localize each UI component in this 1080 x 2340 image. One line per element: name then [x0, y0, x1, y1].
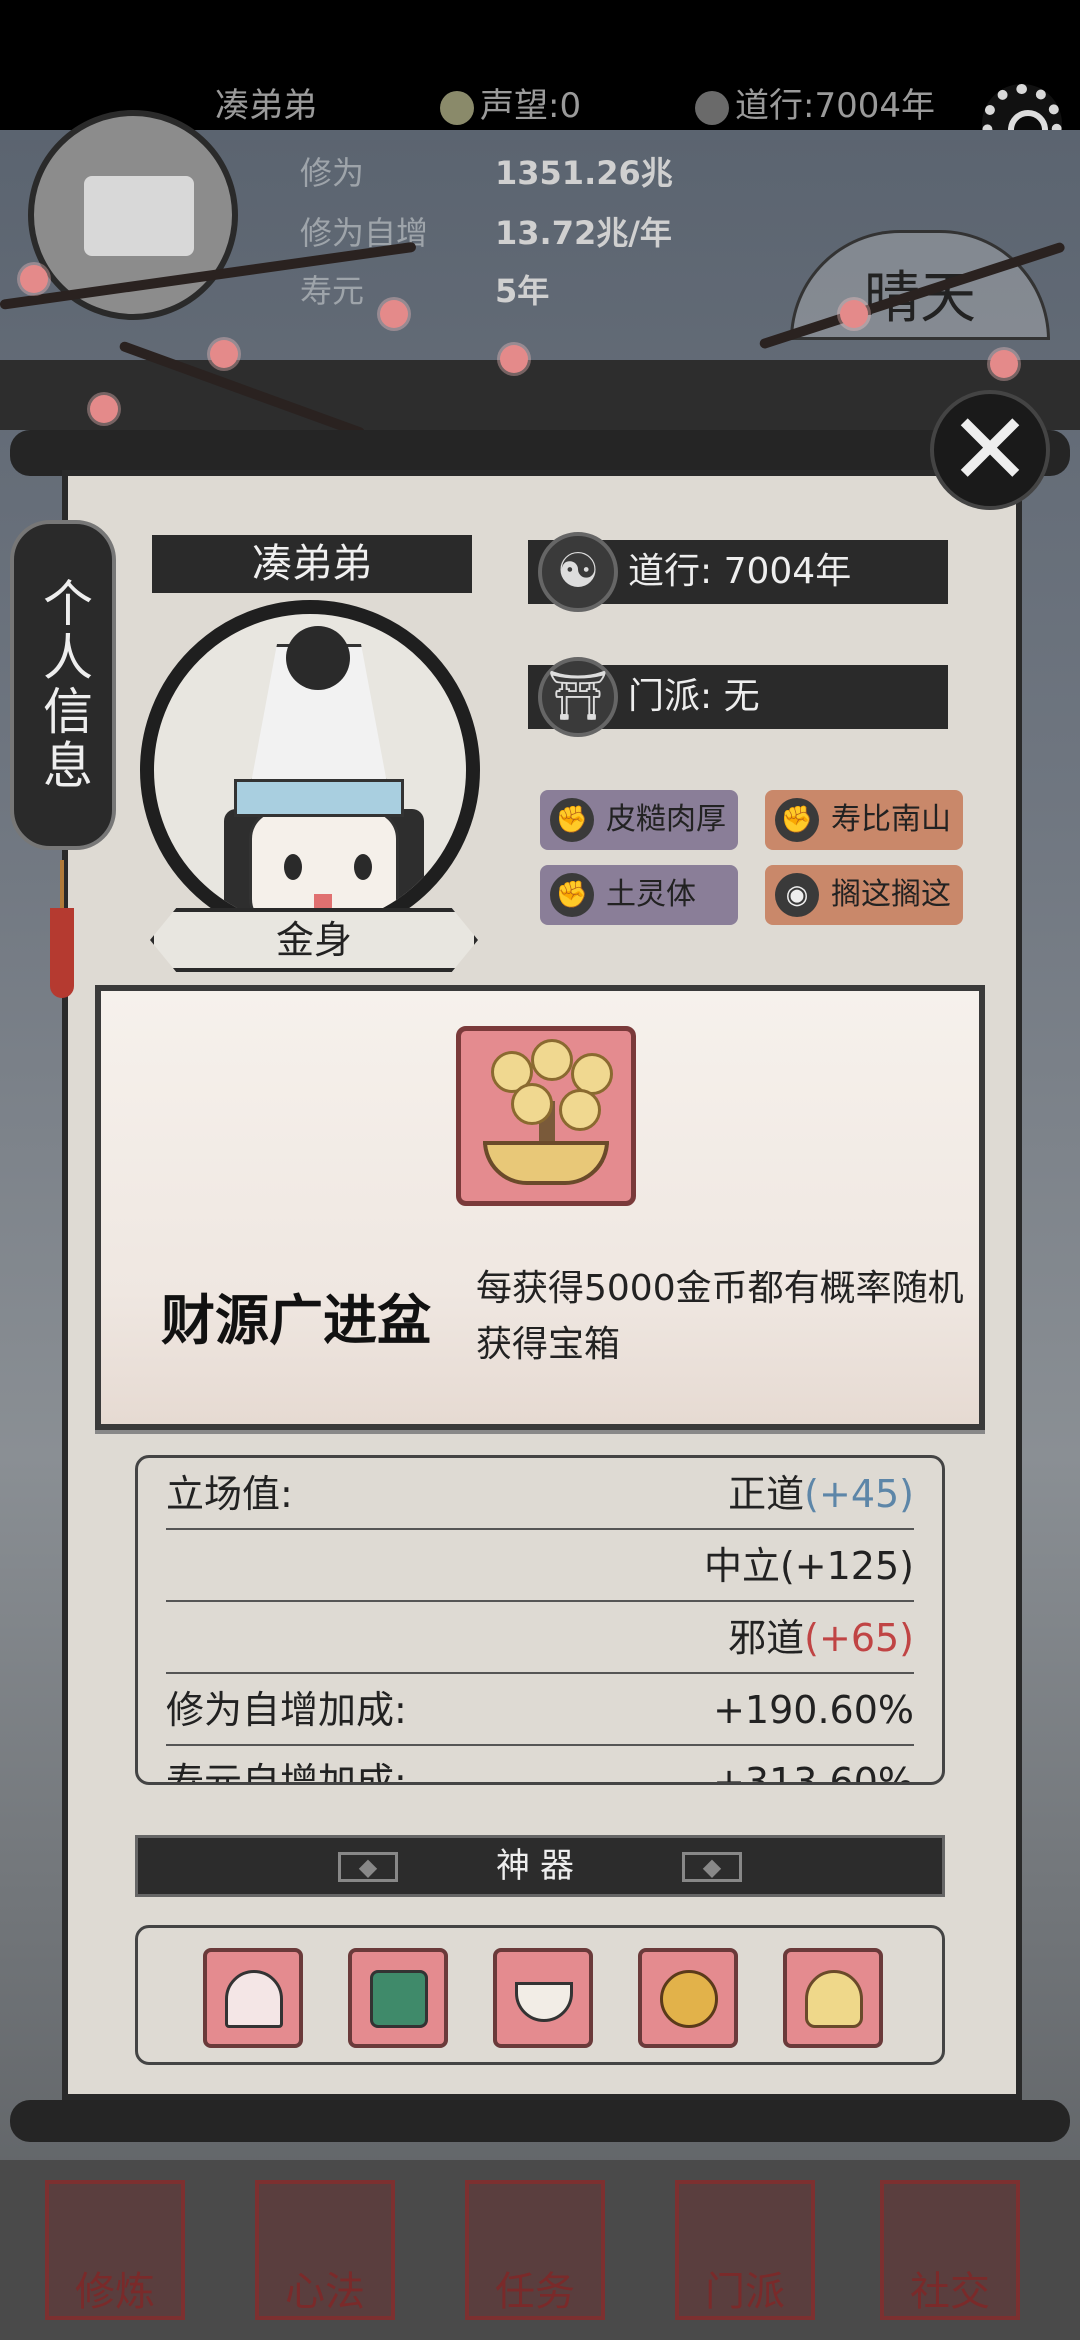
blossom [380, 300, 408, 328]
nav-quest[interactable]: 任务 [465, 2180, 605, 2320]
close-button[interactable]: ✕ [930, 390, 1050, 510]
artifacts-row [135, 1925, 945, 2065]
scroll-shape [370, 1970, 428, 2028]
stat-row: 邪道(+65) [166, 1602, 914, 1674]
nav-social[interactable]: 社交 [880, 2180, 1020, 2320]
lifespan-bonus-label: 寿元自增加成: [166, 1760, 407, 1785]
avatar-headband [234, 779, 404, 817]
money-tree-shape [805, 1970, 863, 2028]
money-bag-icon: ◉ [775, 873, 819, 917]
blossom [20, 265, 48, 293]
sect-info-text: 门派: 无 [628, 676, 760, 717]
reputation-icon [440, 90, 474, 125]
coin [531, 1039, 573, 1081]
close-icon: ✕ [948, 391, 1032, 508]
artifact-description: 每获得5000金币都有概率随机获得宝箱 [476, 1268, 964, 1365]
stat-row: 立场值: 正道(+45) [166, 1458, 914, 1530]
nav-cultivate[interactable]: 修炼 [45, 2180, 185, 2320]
stat-row: 修为自增加成: +190.60% [166, 1674, 914, 1746]
trait-badge[interactable]: ✊ 寿比南山 [765, 790, 963, 850]
diamond-decoration-icon: ◆ [682, 1852, 742, 1882]
righteous-text: 正道 [728, 1472, 805, 1516]
blossom [90, 395, 118, 423]
daoxing-text: 道行:7004年 [735, 86, 935, 126]
neutral-value: 中立(+125) [703, 1544, 914, 1588]
coin [511, 1083, 553, 1125]
scroll-fan-icon[interactable] [348, 1948, 448, 2048]
fist-icon: ✊ [775, 798, 819, 842]
temple-icon: ⛩ [538, 657, 618, 737]
blossom [840, 300, 868, 328]
stat-row: 中立(+125) [166, 1530, 914, 1602]
tab-personal-info[interactable]: 个人信息 [10, 520, 116, 850]
trait-label: 土灵体 [606, 877, 696, 912]
blossom [500, 345, 528, 373]
fan-shape [225, 1970, 283, 2028]
avatar-eye [284, 854, 302, 880]
stats-list[interactable]: 立场值: 正道(+45) 中立(+125) 邪道(+65) 修为自增加成: +1… [135, 1455, 945, 1785]
nav-method[interactable]: 心法 [255, 2180, 395, 2320]
fan-icon[interactable] [203, 1948, 303, 2048]
lifespan-bonus-value: +313.60% [713, 1760, 914, 1785]
artifact-detail-card: 财源广进盆 每获得5000金币都有概率随机获得宝箱 [95, 985, 985, 1430]
money-tree-pot-icon [456, 1026, 636, 1206]
trait-badge[interactable]: ◉ 搁这搁这 [765, 865, 963, 925]
avatar [140, 600, 480, 940]
gourd-pendant-icon[interactable] [638, 1948, 738, 2048]
tassel-decoration [50, 860, 74, 1000]
stat-row: 寿元自增加成: +313.60% [166, 1746, 914, 1785]
xiuwei-bonus-value: +190.60% [713, 1688, 914, 1732]
blossom [990, 350, 1018, 378]
daoxing-info-text: 道行: 7004年 [628, 551, 852, 592]
evil-bonus: (+65) [804, 1616, 914, 1660]
stance-label: 立场值: [166, 1472, 293, 1516]
status-bar: 凑弟弟 声望:0 道行:7004年 [0, 0, 1080, 130]
artifacts-header: ◆ 神器 ◆ [135, 1835, 945, 1897]
avatar-bun [286, 626, 350, 690]
bg-lifespan-value: 5年 [495, 272, 550, 310]
yin-yang-icon [695, 90, 729, 125]
fist-icon: ✊ [550, 873, 594, 917]
bowl-shape [515, 1982, 573, 2022]
reputation-text: 声望:0 [480, 86, 582, 126]
bg-lifespan-label: 寿元 [300, 272, 365, 310]
trait-label: 寿比南山 [831, 802, 951, 837]
scroll-bottom-rod [10, 2100, 1070, 2142]
xiuwei-bonus-label: 修为自增加成: [166, 1688, 407, 1732]
artifact-name: 财源广进盆 [161, 1289, 431, 1352]
background-roof [0, 360, 1080, 430]
yin-yang-icon: ☯ [538, 532, 618, 612]
fist-icon: ✊ [550, 798, 594, 842]
trait-label: 皮糙肉厚 [606, 802, 726, 837]
character-name: 凑弟弟 [152, 535, 472, 593]
righteous-bonus: (+45) [804, 1472, 914, 1516]
nav-sect[interactable]: 门派 [675, 2180, 815, 2320]
trait-badge[interactable]: ✊ 土灵体 [540, 865, 738, 925]
daoxing-info: ☯ 道行: 7004年 [528, 532, 948, 612]
bg-auto-value: 13.72兆/年 [495, 214, 672, 252]
sect-info: ⛩ 门派: 无 [528, 657, 948, 737]
money-tree-pot-icon[interactable] [783, 1948, 883, 2048]
avatar-eye [354, 854, 372, 880]
daoxing-display: 道行:7004年 [695, 78, 935, 127]
bottom-nav: 修炼 心法 任务 门派 社交 [0, 2160, 1080, 2340]
blossom [210, 340, 238, 368]
reputation-display: 声望:0 [440, 78, 581, 127]
coin [559, 1089, 601, 1131]
trait-label: 搁这搁这 [831, 877, 951, 912]
gourd-shape [660, 1970, 718, 2028]
evil-text: 邪道 [728, 1616, 805, 1660]
artifacts-header-label: 神器 [496, 1846, 584, 1886]
trait-badge[interactable]: ✊ 皮糙肉厚 [540, 790, 738, 850]
player-name: 凑弟弟 [215, 86, 317, 126]
bowl-icon[interactable] [493, 1948, 593, 2048]
pot [483, 1141, 609, 1185]
evil-value: 邪道(+65) [728, 1602, 914, 1674]
character-title: 金身 [150, 908, 478, 972]
bg-xiuwei-label: 修为 [300, 154, 365, 192]
righteous-value: 正道(+45) [728, 1458, 914, 1530]
bg-xiuwei-value: 1351.26兆 [495, 154, 673, 192]
diamond-decoration-icon: ◆ [338, 1852, 398, 1882]
